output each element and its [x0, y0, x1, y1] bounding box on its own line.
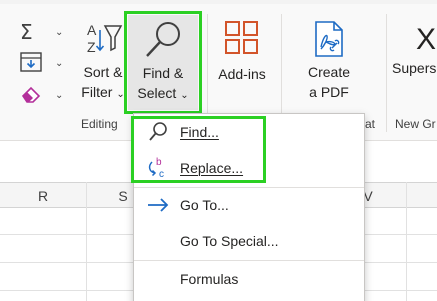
magnifier-icon	[146, 22, 180, 57]
create-pdf-label-line2: a PDF	[309, 84, 349, 100]
chevron-down-icon[interactable]: ⌄	[55, 27, 63, 38]
sort-filter-icon: A Z	[87, 22, 123, 55]
find-replace-highlight	[131, 116, 266, 183]
addins-button[interactable]: Add-ins	[212, 20, 272, 82]
new-group-label-partial: New Gr	[395, 117, 436, 131]
menu-item-goto[interactable]: Go To...	[134, 187, 364, 223]
group-separator	[386, 14, 387, 132]
chevron-down-icon[interactable]: ⌄	[55, 90, 63, 101]
sigma-icon: Σ	[20, 20, 33, 44]
create-pdf-button[interactable]: Create a PDF	[296, 20, 362, 102]
menu-item-formulas-label: Formulas	[180, 271, 239, 287]
find-select-label-line1: Find &	[142, 65, 184, 81]
arrow-right-icon	[146, 193, 170, 217]
menu-item-goto-label: Go To...	[180, 197, 229, 213]
ribbon-top-strip	[0, 0, 437, 4]
column-header-r[interactable]: R	[0, 183, 86, 209]
create-pdf-label-line1: Create	[307, 64, 351, 80]
editing-group-label: Editing	[81, 117, 118, 131]
superscript-button[interactable]: X Supersc	[392, 22, 437, 82]
menu-item-formulas[interactable]: Formulas	[134, 261, 364, 297]
find-select-label-line2: Select ⌄	[137, 85, 189, 101]
svg-text:Z: Z	[87, 39, 96, 55]
pdf-group-label-partial: at	[365, 117, 376, 131]
sort-filter-button[interactable]: A Z Sort & Filter ⌄	[76, 20, 130, 102]
eraser-icon	[21, 86, 41, 103]
svg-text:A: A	[87, 22, 97, 38]
addins-grid-icon	[225, 21, 258, 54]
pdf-link-icon	[315, 21, 343, 57]
autosum-button[interactable]: Σ	[20, 20, 33, 44]
superscript-icon: X	[416, 23, 437, 56]
fill-down-icon	[20, 52, 42, 72]
superscript-label: Supersc	[392, 60, 437, 76]
menu-item-goto-special-label: Go To Special...	[180, 233, 279, 249]
addins-label: Add-ins	[218, 66, 266, 82]
grid-line	[86, 182, 87, 301]
find-select-button[interactable]: Find & Select ⌄	[128, 15, 198, 110]
sort-filter-label-line1: Sort &	[83, 64, 123, 80]
clear-button[interactable]	[20, 85, 42, 103]
chevron-down-icon[interactable]: ⌄	[55, 58, 63, 69]
sort-filter-label-line2: Filter ⌄	[81, 84, 125, 100]
fill-button[interactable]	[20, 52, 42, 72]
grid-line	[406, 182, 407, 301]
menu-item-goto-special[interactable]: Go To Special...	[134, 223, 364, 259]
